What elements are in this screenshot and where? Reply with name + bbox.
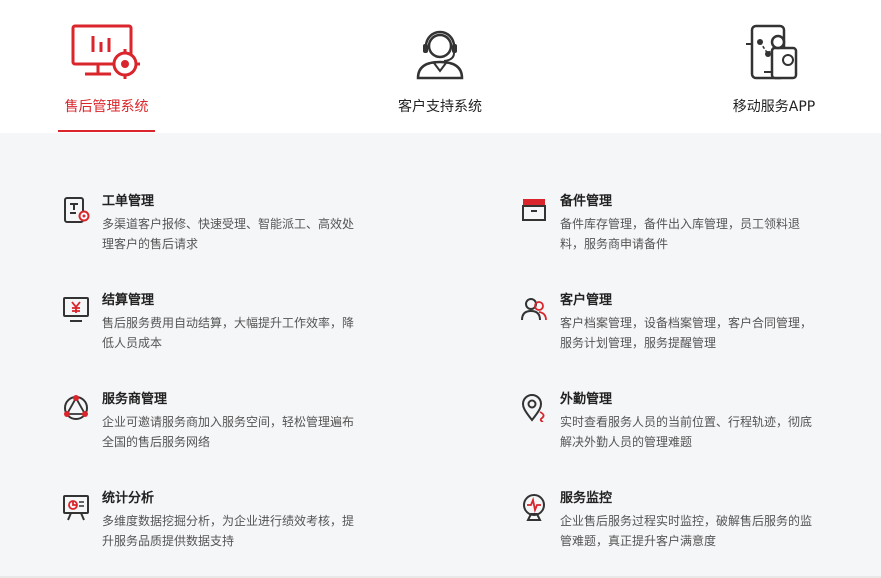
active-tab-indicator <box>58 130 155 132</box>
tab-mobile-service-app[interactable]: 移动服务APP <box>725 0 823 133</box>
tab-label: 移动服务APP <box>732 99 816 115</box>
feature-description: 多维度数据挖掘分析，为企业进行绩效考核，提升服务品质提供数据支持 <box>102 514 355 548</box>
feature-description: 实时查看服务人员的当前位置、行程轨迹，彻底解决外勤人员的管理难题 <box>560 415 813 449</box>
feature-description: 多渠道客户报修、快速受理、智能派工、高效处理客户的售后请求 <box>102 217 355 251</box>
parts-box-icon <box>520 196 548 224</box>
feature-title: 工单管理 <box>102 194 155 209</box>
settlement-yen-icon <box>62 295 90 323</box>
tab-customer-support-system[interactable]: 客户支持系统 <box>390 0 490 133</box>
feature-description: 备件库存管理，备件出入库管理，员工领料退料，服务商申请备件 <box>560 217 801 251</box>
headset-agent-icon <box>412 22 468 84</box>
feature-description: 售后服务费用自动结算，大幅提升工作效率，降低人员成本 <box>102 316 355 350</box>
statistics-board-icon <box>62 493 90 521</box>
top-tab-bar: 售后管理系统 客户支持系统 移动服务APP <box>0 0 881 133</box>
feature-title: 服务商管理 <box>102 392 168 407</box>
monitor-camera-icon <box>520 493 548 521</box>
feature-title: 外勤管理 <box>560 392 613 407</box>
tab-label: 售后管理系统 <box>64 99 149 115</box>
network-icon <box>62 394 90 422</box>
monitor-gear-icon <box>71 22 143 84</box>
mobile-app-icon <box>742 24 806 86</box>
tab-after-sales-system[interactable]: 售后管理系统 <box>58 0 155 133</box>
feature-title: 备件管理 <box>560 194 613 209</box>
feature-title: 服务监控 <box>560 491 613 506</box>
feature-title: 结算管理 <box>102 293 155 308</box>
feature-description: 企业售后服务过程实时监控，破解售后服务的监管难题，真正提升客户满意度 <box>560 514 813 548</box>
feature-title: 客户管理 <box>560 293 613 308</box>
tab-label: 客户支持系统 <box>398 99 482 115</box>
work-order-icon <box>62 196 90 224</box>
customers-icon <box>520 295 548 323</box>
feature-description: 企业可邀请服务商加入服务空间，轻松管理遍布全国的售后服务网络 <box>102 415 355 449</box>
feature-description: 客户档案管理，设备档案管理，客户合同管理，服务计划管理，服务提醒管理 <box>560 316 813 350</box>
location-pin-icon <box>520 394 548 423</box>
feature-title: 统计分析 <box>102 491 155 506</box>
